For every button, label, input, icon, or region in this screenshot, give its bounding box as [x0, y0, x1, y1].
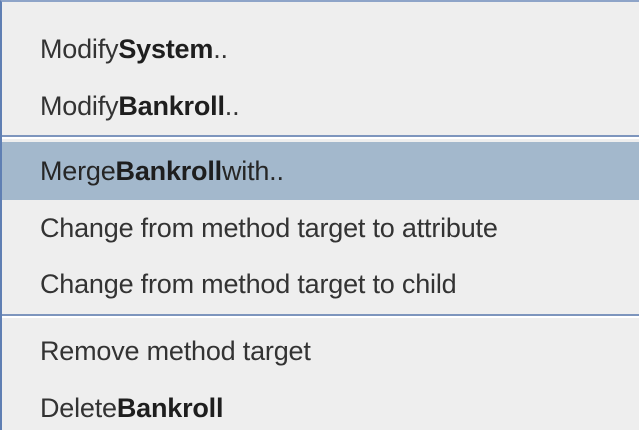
context-menu: Modify System.. Modify Bankroll.. Merge … — [0, 0, 639, 430]
menu-item-bold: Bankroll — [118, 90, 225, 121]
menu-item-change-to-attribute[interactable]: Change from method target to attribute — [2, 199, 639, 257]
menu-item-bold: System — [118, 33, 214, 64]
menu-item-label: Change from method target to child — [40, 268, 457, 299]
menu-item-suffix: .. — [213, 33, 228, 64]
menu-item-change-to-child[interactable]: Change from method target to child — [2, 255, 639, 313]
menu-item-modify-bankroll[interactable]: Modify Bankroll.. — [2, 77, 639, 135]
menu-item-bold: Bankroll — [116, 392, 224, 423]
menu-item-modify-system[interactable]: Modify System.. — [2, 20, 639, 78]
menu-separator-highlight — [2, 316, 639, 318]
menu-item-bold: Bankroll — [115, 155, 223, 186]
menu-item-prefix: Modify — [40, 33, 119, 64]
menu-item-remove-method-target[interactable]: Remove method target — [2, 322, 639, 380]
menu-separator-highlight — [2, 137, 639, 139]
menu-item-suffix: with.. — [221, 155, 284, 186]
menu-item-suffix: .. — [224, 90, 240, 121]
menu-item-merge-bankroll[interactable]: Merge Bankroll with.. — [2, 142, 639, 200]
menu-item-label: Change from method target to attribute — [40, 212, 498, 243]
menu-item-delete-bankroll[interactable]: Delete Bankroll — [2, 379, 639, 437]
menu-item-prefix: Delete — [40, 392, 117, 423]
menu-item-prefix: Merge — [40, 155, 116, 186]
menu-item-label: Remove method target — [40, 335, 311, 366]
menu-item-prefix: Modify — [40, 90, 119, 121]
